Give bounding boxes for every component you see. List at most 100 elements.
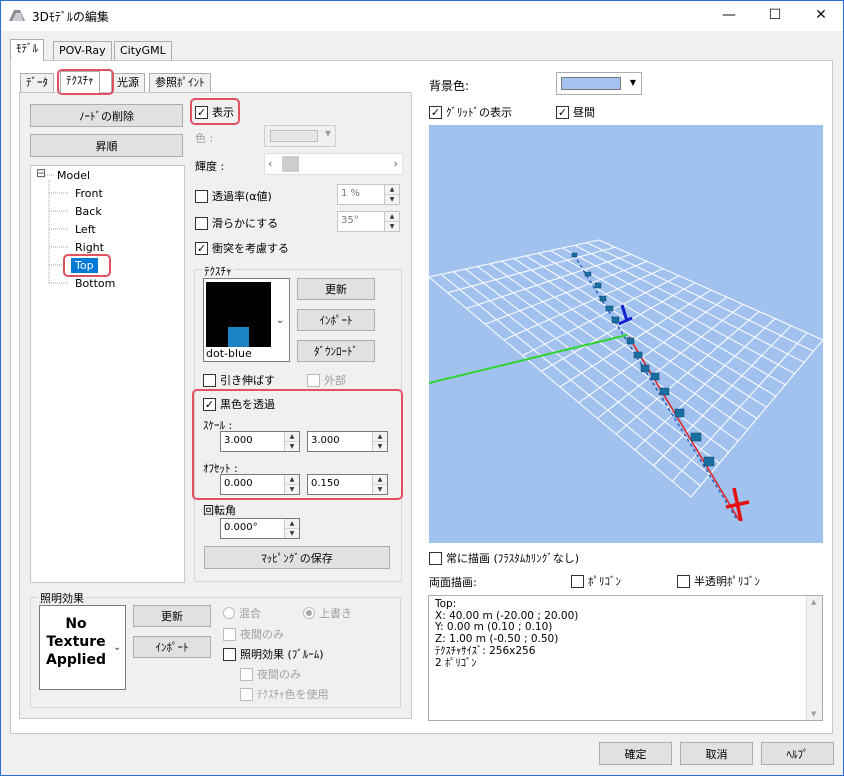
help-button[interactable]: ﾍﾙﾌﾟ xyxy=(761,742,834,765)
night-only-checkbox[interactable] xyxy=(223,627,236,641)
texture-picker[interactable]: ⌄ dot-blue xyxy=(203,278,290,362)
subtab-light[interactable]: 光源 xyxy=(111,73,145,93)
background-color-swatch xyxy=(561,77,621,90)
save-mapping-button[interactable]: ﾏｯﾋﾟﾝｸﾞの保存 xyxy=(204,546,390,569)
bloom-night-only-row: 夜間のみ xyxy=(240,666,301,682)
info-box: Top: X: 40.00 m (-20.00 ; 20.00) Y: 0.00… xyxy=(428,595,823,721)
daytime-checkbox[interactable]: ✓ xyxy=(556,105,569,119)
subtab-data[interactable]: ﾃﾞｰﾀ xyxy=(20,73,54,93)
maximize-button[interactable]: ☐ xyxy=(752,0,798,30)
scale-y-value: 3.000 xyxy=(311,435,340,446)
bloom-row[interactable]: 照明効果 (ﾌﾞﾙｰﾑ) xyxy=(223,646,324,662)
subtab-refpoint[interactable]: 参照ﾎﾟｲﾝﾄ xyxy=(149,73,211,93)
tab-model[interactable]: ﾓﾃﾞﾙ xyxy=(10,39,44,61)
chevron-down-icon: ▼ xyxy=(629,78,636,87)
display-checkbox-row[interactable]: ✓ 表示 xyxy=(195,104,234,120)
polygon-checkbox[interactable] xyxy=(571,574,584,588)
delete-node-button[interactable]: ﾉｰﾄﾞの削除 xyxy=(30,104,183,127)
semi-transparent-row[interactable]: 半透明ﾎﾟﾘｺﾞﾝ xyxy=(677,573,760,589)
lighting-update-button[interactable]: 更新 xyxy=(133,605,211,627)
transparency-checkbox[interactable] xyxy=(195,189,208,203)
offset-x-value: 0.000 xyxy=(224,478,253,489)
bloom-checkbox[interactable] xyxy=(223,647,236,661)
smooth-spinner[interactable]: 35° ▲ ▼ xyxy=(337,211,400,232)
tab-citygml[interactable]: CityGML xyxy=(114,41,172,61)
info-line: Top: xyxy=(435,598,457,610)
tree-node-bottom[interactable]: Bottom xyxy=(75,277,115,290)
scale-y-spinner[interactable]: 3.000 ▲ ▼ xyxy=(307,431,388,452)
collision-checkbox[interactable]: ✓ xyxy=(195,241,208,255)
smooth-checkbox[interactable] xyxy=(195,216,208,230)
semi-transparent-label: 半透明ﾎﾟﾘｺﾞﾝ xyxy=(694,575,760,588)
daytime-row[interactable]: ✓ 昼間 xyxy=(556,104,595,120)
grid-display-label: ｸﾞﾘｯﾄﾞの表示 xyxy=(446,106,512,119)
sort-ascending-button[interactable]: 昇順 xyxy=(30,134,183,157)
external-checkbox[interactable] xyxy=(307,373,320,387)
semi-transparent-checkbox[interactable] xyxy=(677,574,690,588)
tree-node-left[interactable]: Left xyxy=(75,223,96,236)
daytime-label: 昼間 xyxy=(573,106,595,119)
texture-name: dot-blue xyxy=(206,347,252,360)
transparency-label: 透過率(α値) xyxy=(212,190,272,203)
slider-thumb[interactable] xyxy=(282,156,299,172)
close-icon: ✕ xyxy=(815,7,827,23)
offset-y-spinner[interactable]: 0.150 ▲ ▼ xyxy=(307,474,388,495)
chevron-left-icon[interactable]: ‹ xyxy=(268,157,272,170)
texture-thumbnail xyxy=(206,282,271,347)
grid-display-checkbox[interactable]: ✓ xyxy=(429,105,442,119)
smooth-row[interactable]: 滑らかにする xyxy=(195,215,278,231)
mix-radio[interactable] xyxy=(223,607,235,619)
tree-collapse-toggle[interactable]: ⊟ xyxy=(36,167,46,179)
stretch-row[interactable]: 引き伸ばす xyxy=(203,372,275,388)
always-draw-checkbox[interactable] xyxy=(429,551,442,565)
always-draw-row[interactable]: 常に描画 (ﾌﾗｽﾀﾑｶﾘﾝｸﾞなし) xyxy=(429,550,579,566)
chevron-down-icon: ⌄ xyxy=(113,642,122,653)
ok-button[interactable]: 確定 xyxy=(599,742,672,765)
use-texture-color-checkbox[interactable] xyxy=(240,687,253,701)
tab-povray[interactable]: POV-Ray xyxy=(53,41,112,61)
tree-node-back[interactable]: Back xyxy=(75,205,102,218)
texture-download-button[interactable]: ﾀﾞｳﾝﾛｰﾄﾞ xyxy=(297,340,375,362)
color-label: 色 : xyxy=(195,132,214,145)
color-picker[interactable]: ▼ xyxy=(264,125,336,147)
always-draw-label: 常に描画 (ﾌﾗｽﾀﾑｶﾘﾝｸﾞなし) xyxy=(446,552,580,565)
close-button[interactable]: ✕ xyxy=(798,0,844,30)
black-transparent-row[interactable]: ✓ 黒色を透過 xyxy=(203,396,275,412)
tree-node-right[interactable]: Right xyxy=(75,241,104,254)
collision-row[interactable]: ✓ 衝突を考慮する xyxy=(195,240,289,256)
external-label: 外部 xyxy=(324,374,346,387)
minimize-button[interactable]: — xyxy=(706,0,752,30)
grid-display-row[interactable]: ✓ ｸﾞﾘｯﾄﾞの表示 xyxy=(429,104,512,120)
tree-node-model[interactable]: Model xyxy=(57,169,90,182)
bloom-night-only-checkbox[interactable] xyxy=(240,667,253,681)
polygon-row[interactable]: ﾎﾟﾘｺﾞﾝ xyxy=(571,573,621,589)
black-transparent-checkbox[interactable]: ✓ xyxy=(203,397,216,411)
black-transparent-label: 黒色を透過 xyxy=(220,398,275,411)
overwrite-radio[interactable] xyxy=(303,607,315,619)
maximize-icon: ☐ xyxy=(768,7,782,23)
subtab-texture[interactable]: ﾃｸｽﾁｬ xyxy=(60,71,100,93)
tree-node-top[interactable]: Top xyxy=(71,258,98,273)
3d-viewport[interactable] xyxy=(429,125,823,543)
display-checkbox[interactable]: ✓ xyxy=(195,105,208,119)
texture-update-button[interactable]: 更新 xyxy=(297,278,375,300)
smooth-label: 滑らかにする xyxy=(212,217,279,230)
scale-x-spinner[interactable]: 3.000 ▲ ▼ xyxy=(220,431,300,452)
brightness-slider[interactable]: ‹ › xyxy=(264,153,403,175)
texture-import-button[interactable]: ｲﾝﾎﾟｰﾄ xyxy=(297,309,375,331)
collision-label: 衝突を考慮する xyxy=(212,242,289,255)
info-scrollbar[interactable]: ▲ ▼ xyxy=(806,596,822,720)
tree-node-front[interactable]: Front xyxy=(75,187,103,200)
transparency-row[interactable]: 透過率(α値) xyxy=(195,188,272,204)
cancel-button[interactable]: 取消 xyxy=(680,742,753,765)
transparency-spinner[interactable]: 1 % ▲ ▼ xyxy=(337,184,400,205)
stretch-checkbox[interactable] xyxy=(203,373,216,387)
lighting-import-button[interactable]: ｲﾝﾎﾟｰﾄ xyxy=(133,636,211,658)
bloom-label: 照明効果 (ﾌﾞﾙｰﾑ) xyxy=(240,648,324,661)
chevron-right-icon[interactable]: › xyxy=(394,157,398,170)
lighting-texture-picker[interactable]: No Texture Applied ⌄ xyxy=(39,605,126,690)
offset-x-spinner[interactable]: 0.000 ▲ ▼ xyxy=(220,474,300,495)
background-color-dropdown[interactable]: ▼ xyxy=(556,72,642,95)
rotation-spinner[interactable]: 0.000° ▲ ▼ xyxy=(220,518,300,539)
bloom-night-only-label: 夜間のみ xyxy=(257,668,301,681)
